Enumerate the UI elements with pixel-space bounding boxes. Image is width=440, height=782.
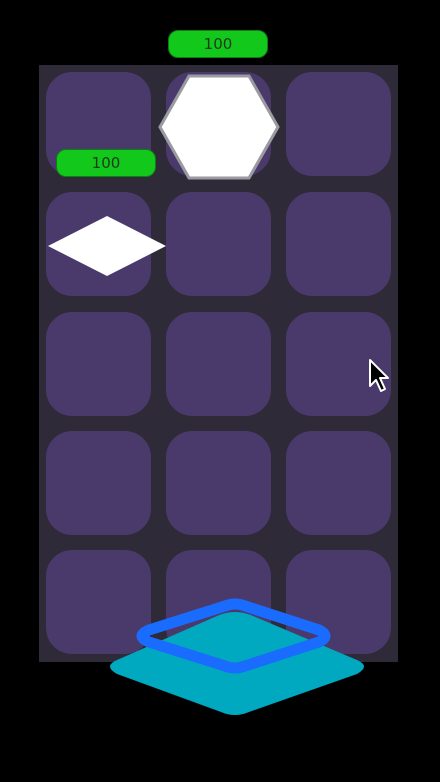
- player-base-icon[interactable]: [95, 590, 375, 730]
- enemy-hp-badge: 100: [168, 30, 268, 58]
- diamond-enemy-icon[interactable]: [46, 214, 168, 278]
- board-cell-r3c2[interactable]: [166, 312, 271, 416]
- board-cell-r4c2[interactable]: [166, 431, 271, 535]
- board-cell-r1c3[interactable]: [286, 72, 391, 176]
- hexagon-enemy-icon[interactable]: [158, 74, 280, 180]
- board-cell-r4c3[interactable]: [286, 431, 391, 535]
- mouse-cursor-icon: [369, 359, 389, 392]
- enemy-hp-badge: 100: [56, 149, 156, 177]
- board-cell-r2c2[interactable]: [166, 192, 271, 296]
- board-cell-r3c1[interactable]: [46, 312, 151, 416]
- board-cell-r2c3[interactable]: [286, 192, 391, 296]
- board-cell-r4c1[interactable]: [46, 431, 151, 535]
